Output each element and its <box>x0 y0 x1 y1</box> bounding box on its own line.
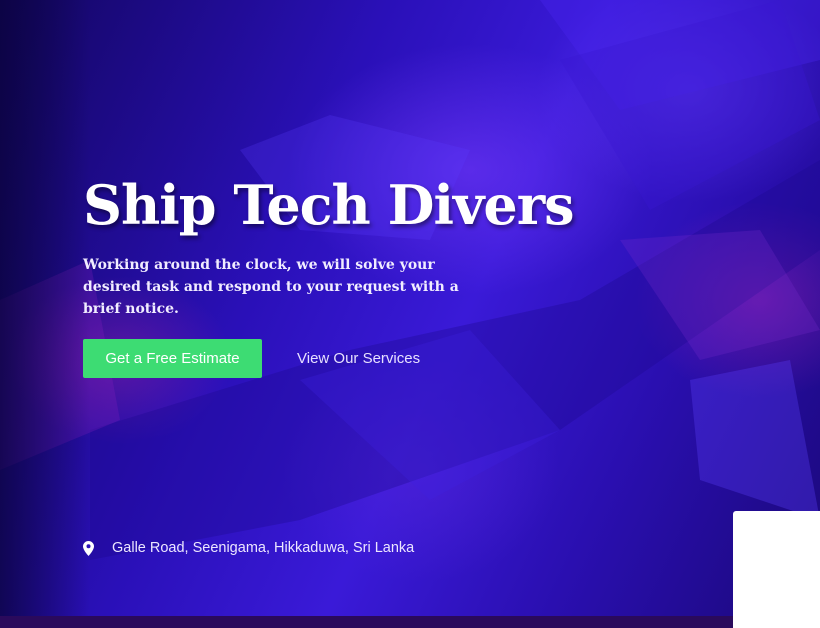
white-panel-corner <box>733 511 820 628</box>
address-line: Galle Road, Seenigama, Hikkaduwa, Sri La… <box>83 540 414 556</box>
get-free-estimate-button[interactable]: Get a Free Estimate <box>83 339 262 378</box>
hero-title: Ship Tech Divers <box>83 173 575 237</box>
map-pin-icon <box>83 540 94 556</box>
hero-content: Ship Tech Divers Working around the cloc… <box>83 170 603 378</box>
hero-subtitle: Working around the clock, we will solve … <box>83 257 459 317</box>
left-shade-overlay <box>0 0 90 628</box>
hero-actions: Get a Free Estimate View Our Services <box>83 339 603 378</box>
hero-section: Ship Tech Divers Working around the cloc… <box>0 0 820 628</box>
view-our-services-link[interactable]: View Our Services <box>297 350 420 367</box>
address-text: Galle Road, Seenigama, Hikkaduwa, Sri La… <box>112 540 415 556</box>
bottom-strip <box>0 616 733 628</box>
